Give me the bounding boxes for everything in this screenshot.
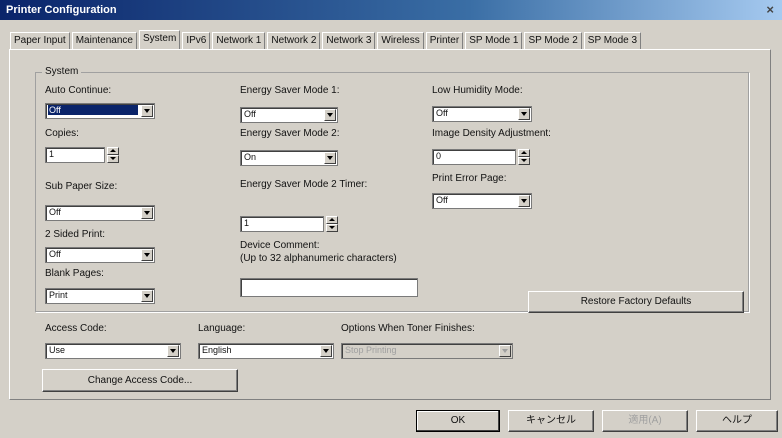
- apply-button: 適用(A): [602, 410, 688, 432]
- chevron-down-icon[interactable]: [320, 345, 332, 357]
- chevron-down-icon[interactable]: [141, 105, 153, 117]
- chevron-down-icon[interactable]: [518, 108, 530, 120]
- tab-ipv6[interactable]: IPv6: [182, 32, 211, 49]
- print-error-page-value: Off: [436, 195, 448, 205]
- chevron-down-icon[interactable]: [141, 249, 153, 261]
- system-group-label: System: [42, 66, 82, 77]
- sub-paper-size-dropdown[interactable]: Off: [45, 205, 155, 221]
- toner-options-value: Stop Printing: [345, 345, 397, 355]
- low-humidity-label: Low Humidity Mode:: [432, 85, 523, 96]
- change-access-code-button[interactable]: Change Access Code...: [42, 369, 238, 392]
- toner-options-dropdown: Stop Printing: [341, 343, 513, 359]
- sub-paper-size-label: Sub Paper Size:: [45, 181, 118, 192]
- tab-sp-mode-3[interactable]: SP Mode 3: [583, 32, 642, 49]
- energy-saver-2-timer-value: 1: [244, 218, 250, 228]
- chevron-down-icon[interactable]: [518, 195, 530, 207]
- device-comment-label: Device Comment:: [240, 240, 320, 251]
- low-humidity-dropdown[interactable]: Off: [432, 106, 532, 122]
- energy-saver-2-value: On: [244, 152, 257, 162]
- two-sided-print-label: 2 Sided Print:: [45, 229, 106, 240]
- energy-saver-1-label: Energy Saver Mode 1:: [240, 85, 340, 96]
- help-button[interactable]: ヘルプ: [696, 410, 778, 432]
- print-error-page-dropdown[interactable]: Off: [432, 193, 532, 209]
- spin-up-icon[interactable]: [518, 149, 530, 157]
- tab-sp-mode-2[interactable]: SP Mode 2: [524, 32, 582, 49]
- sub-paper-size-value: Off: [49, 207, 61, 217]
- auto-continue-dropdown[interactable]: Off: [45, 103, 155, 119]
- tab-printer[interactable]: Printer: [425, 32, 464, 49]
- tab-strip: Paper Input Maintenance System IPv6 Network …: [10, 30, 643, 50]
- two-sided-print-dropdown[interactable]: Off: [45, 247, 155, 263]
- tab-network-1[interactable]: Network 1: [212, 32, 266, 49]
- spin-up-icon[interactable]: [326, 216, 338, 224]
- tab-maintenance[interactable]: Maintenance: [71, 32, 137, 49]
- copies-stepper[interactable]: 1: [45, 147, 121, 163]
- energy-saver-2-timer-input[interactable]: 1: [240, 216, 324, 232]
- spin-down-icon[interactable]: [518, 157, 530, 165]
- auto-continue-value: Off: [48, 105, 138, 115]
- chevron-down-icon[interactable]: [141, 207, 153, 219]
- spin-down-icon[interactable]: [326, 224, 338, 232]
- restore-factory-defaults-button[interactable]: Restore Factory Defaults: [528, 291, 744, 313]
- language-dropdown[interactable]: English: [198, 343, 334, 359]
- auto-continue-label: Auto Continue:: [45, 85, 112, 96]
- copies-input[interactable]: 1: [45, 147, 105, 163]
- cancel-button[interactable]: キャンセル: [508, 410, 594, 432]
- energy-saver-1-value: Off: [244, 109, 256, 119]
- energy-saver-1-dropdown[interactable]: Off: [240, 107, 338, 123]
- device-comment-input[interactable]: [240, 278, 418, 297]
- blank-pages-value: Print: [49, 290, 68, 300]
- tab-network-3[interactable]: Network 3: [322, 32, 376, 49]
- device-comment-hint: (Up to 32 alphanumeric characters): [240, 253, 397, 264]
- tab-system[interactable]: System: [138, 30, 181, 50]
- close-icon[interactable]: ×: [766, 2, 774, 17]
- blank-pages-label: Blank Pages:: [45, 268, 104, 279]
- access-code-label: Access Code:: [45, 323, 107, 334]
- low-humidity-value: Off: [436, 108, 448, 118]
- image-density-label: Image Density Adjustment:: [432, 128, 551, 139]
- energy-saver-2-label: Energy Saver Mode 2:: [240, 128, 340, 139]
- tab-wireless[interactable]: Wireless: [377, 32, 424, 49]
- window-title: Printer Configuration: [6, 4, 117, 16]
- copies-label: Copies:: [45, 128, 79, 139]
- title-bar[interactable]: Printer Configuration ×: [0, 0, 782, 20]
- language-label: Language:: [198, 323, 246, 334]
- tab-paper-input[interactable]: Paper Input: [10, 32, 70, 49]
- blank-pages-dropdown[interactable]: Print: [45, 288, 155, 304]
- spin-up-icon[interactable]: [107, 147, 119, 155]
- energy-saver-2-dropdown[interactable]: On: [240, 150, 338, 166]
- energy-saver-2-timer-label: Energy Saver Mode 2 Timer:: [240, 179, 368, 190]
- chevron-down-icon[interactable]: [324, 109, 336, 121]
- print-error-page-label: Print Error Page:: [432, 173, 507, 184]
- toner-options-label: Options When Toner Finishes:: [341, 323, 475, 334]
- access-code-value: Use: [49, 345, 66, 355]
- printer-configuration-window: Printer Configuration × Paper Input Maint…: [0, 0, 782, 438]
- chevron-down-icon: [499, 345, 511, 357]
- spin-down-icon[interactable]: [107, 155, 119, 163]
- two-sided-print-value: Off: [49, 249, 61, 259]
- chevron-down-icon[interactable]: [324, 152, 336, 164]
- language-value: English: [202, 345, 232, 355]
- ok-button[interactable]: OK: [416, 410, 500, 432]
- image-density-value: 0: [436, 151, 442, 161]
- access-code-dropdown[interactable]: Use: [45, 343, 181, 359]
- chevron-down-icon[interactable]: [167, 345, 179, 357]
- image-density-input[interactable]: 0: [432, 149, 516, 165]
- chevron-down-icon[interactable]: [141, 290, 153, 302]
- tab-network-2[interactable]: Network 2: [267, 32, 321, 49]
- image-density-stepper[interactable]: 0: [432, 149, 532, 165]
- tab-sp-mode-1[interactable]: SP Mode 1: [465, 32, 523, 49]
- energy-saver-2-timer-stepper[interactable]: 1: [240, 216, 340, 232]
- copies-value: 1: [49, 149, 55, 159]
